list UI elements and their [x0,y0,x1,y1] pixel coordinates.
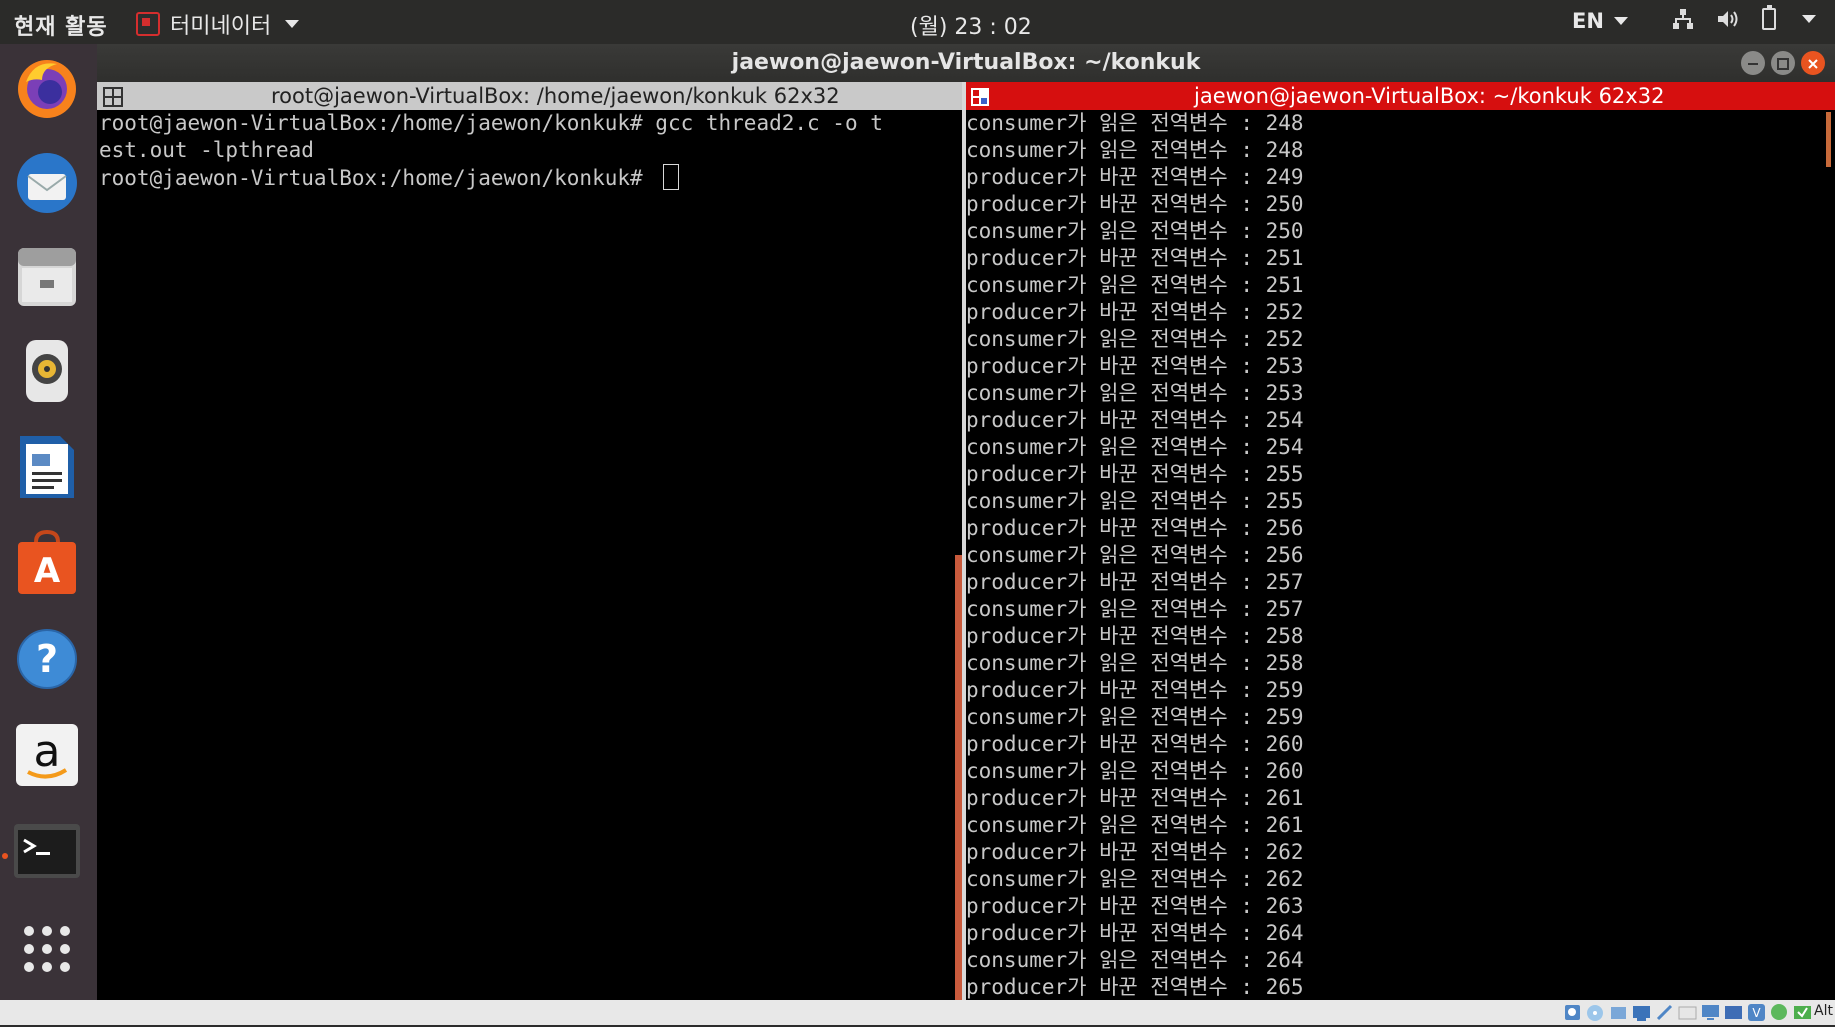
thunderbird-icon[interactable] [12,146,82,216]
maximize-button[interactable] [1771,51,1795,75]
system-tray[interactable] [1672,5,1816,30]
show-applications-icon[interactable] [12,914,82,984]
output-line: producer가 바꾼 전역변수 : 249 [966,165,1304,189]
network-icon [1672,8,1694,30]
help-icon[interactable]: ? [12,624,82,694]
text-cursor [663,164,680,190]
terminal-prompt-line: root@jaewon-VirtualBox:/home/jaewon/konk… [99,164,962,191]
output-line: producer가 바꾼 전역변수 : 264 [966,921,1304,945]
output-line: producer가 바꾼 전역변수 : 256 [966,516,1304,540]
running-indicator [2,853,8,859]
pane-separator-highlight [955,555,962,1000]
output-line: consumer가 읽은 전역변수 : 264 [966,948,1304,972]
top-bar: 현재 활동 터미네이터 (월) 23 : 02 EN [0,0,1835,44]
terminal-icon[interactable] [12,816,82,886]
right-terminal-titlebar[interactable]: jaewon@jaewon-VirtualBox: ~/konkuk 62x32 [966,82,1835,110]
output-line: producer가 바꾼 전역변수 : 260 [966,732,1304,756]
output-line: consumer가 읽은 전역변수 : 253 [966,381,1304,405]
output-line: consumer가 읽은 전역변수 : 257 [966,597,1304,621]
output-line: producer가 바꾼 전역변수 : 252 [966,300,1304,324]
firefox-icon[interactable] [12,52,82,122]
svg-text:A: A [34,551,61,591]
chevron-down-icon [285,20,300,28]
output-line: producer가 바꾼 전역변수 : 253 [966,354,1304,378]
output-line: consumer가 읽은 전역변수 : 261 [966,813,1304,837]
output-line: consumer가 읽은 전역변수 : 251 [966,273,1304,297]
clock[interactable]: (월) 23 : 02 [910,9,1032,41]
input-language-menu[interactable]: EN [1572,9,1628,33]
left-terminal[interactable]: root@jaewon-VirtualBox:/home/jaewon/konk… [97,110,962,1000]
output-line: producer가 바꾼 전역변수 : 262 [966,840,1304,864]
output-line: producer가 바꾼 전역변수 : 250 [966,192,1304,216]
output-line: consumer가 읽은 전역변수 : 258 [966,651,1304,675]
output-line: producer가 바꾼 전역변수 : 261 [966,786,1304,810]
right-terminal[interactable]: consumer가 읽은 전역변수 : 248 consumer가 읽은 전역변… [966,110,1835,1000]
minimize-button[interactable] [1741,51,1765,75]
vt-x-icon[interactable]: V [1746,1002,1767,1023]
left-terminal-titlebar[interactable]: root@jaewon-VirtualBox: /home/jaewon/kon… [97,82,962,110]
left-terminal-title: root@jaewon-VirtualBox: /home/jaewon/kon… [271,84,840,108]
battery-icon [1762,5,1776,30]
optical-drive-icon[interactable] [1585,1002,1606,1023]
host-key-label: Alt [1814,1003,1833,1019]
output-line: producer가 바꾼 전역변수 : 258 [966,624,1304,648]
app-menu[interactable]: 터미네이터 [136,8,300,40]
libreoffice-writer-icon[interactable] [12,432,82,502]
video-capture-icon[interactable] [1723,1002,1744,1023]
status-icons: V [1562,1002,1813,1023]
activities-button[interactable]: 현재 활동 [14,9,108,41]
svg-text:a: a [34,726,61,777]
volume-icon [1716,8,1740,30]
output-line: producer가 바꾼 전역변수 : 255 [966,462,1304,486]
mouse-integration-icon[interactable] [1769,1002,1790,1023]
output-line: consumer가 읽은 전역변수 : 255 [966,489,1304,513]
language-label: EN [1572,9,1604,33]
right-terminal-title: jaewon@jaewon-VirtualBox: ~/konkuk 62x32 [1194,84,1665,108]
window-titlebar[interactable]: jaewon@jaewon-VirtualBox: ~/konkuk [97,44,1835,82]
scrollbar-thumb[interactable] [1826,112,1831,167]
keyboard-capture-icon[interactable] [1792,1002,1813,1023]
window-title: jaewon@jaewon-VirtualBox: ~/konkuk [731,50,1201,75]
output-line: producer가 바꾼 전역변수 : 263 [966,894,1304,918]
output-line: consumer가 읽은 전역변수 : 250 [966,219,1304,243]
dock: A ? a [0,44,97,1000]
shared-folders-icon[interactable] [1677,1002,1698,1023]
close-button[interactable] [1801,51,1825,75]
terminal-prompt: root@jaewon-VirtualBox:/home/jaewon/konk… [99,166,656,190]
output-line: producer가 바꾼 전역변수 : 257 [966,570,1304,594]
ubuntu-software-icon[interactable]: A [12,528,82,598]
output-line: consumer가 읽은 전역변수 : 248 [966,138,1304,162]
output-line: consumer가 읽은 전역변수 : 254 [966,435,1304,459]
files-icon[interactable] [12,242,82,312]
amazon-icon[interactable]: a [12,720,82,790]
usb-icon[interactable] [1654,1002,1675,1023]
chevron-down-icon [1802,15,1816,23]
output-line: consumer가 읽은 전역변수 : 256 [966,543,1304,567]
network-adapter-icon[interactable] [1631,1002,1652,1023]
svg-text:V: V [1752,1006,1761,1020]
display-icon[interactable] [1700,1002,1721,1023]
output-line: producer가 바꾼 전역변수 : 254 [966,408,1304,432]
output-line: consumer가 읽은 전역변수 : 252 [966,327,1304,351]
rhythmbox-icon[interactable] [12,336,82,406]
output-line: producer가 바꾼 전역변수 : 259 [966,678,1304,702]
output-line: consumer가 읽은 전역변수 : 260 [966,759,1304,783]
terminator-icon [136,12,160,36]
chevron-down-icon [1613,17,1628,25]
output-line: producer가 바꾼 전역변수 : 251 [966,246,1304,270]
virtualbox-status-bar: V Alt [0,1000,1835,1025]
app-menu-label: 터미네이터 [170,14,272,39]
audio-icon[interactable] [1608,1002,1629,1023]
output-line: producer가 바꾼 전역변수 : 265 [966,975,1304,999]
output-line: consumer가 읽은 전역변수 : 259 [966,705,1304,729]
svg-text:?: ? [36,637,58,681]
output-line: consumer가 읽은 전역변수 : 248 [966,111,1304,135]
terminal-line: est.out -lpthread [99,138,314,162]
hard-disk-icon[interactable] [1562,1002,1583,1023]
terminal-line: root@jaewon-VirtualBox:/home/jaewon/konk… [99,111,883,135]
output-line: consumer가 읽은 전역변수 : 262 [966,867,1304,891]
